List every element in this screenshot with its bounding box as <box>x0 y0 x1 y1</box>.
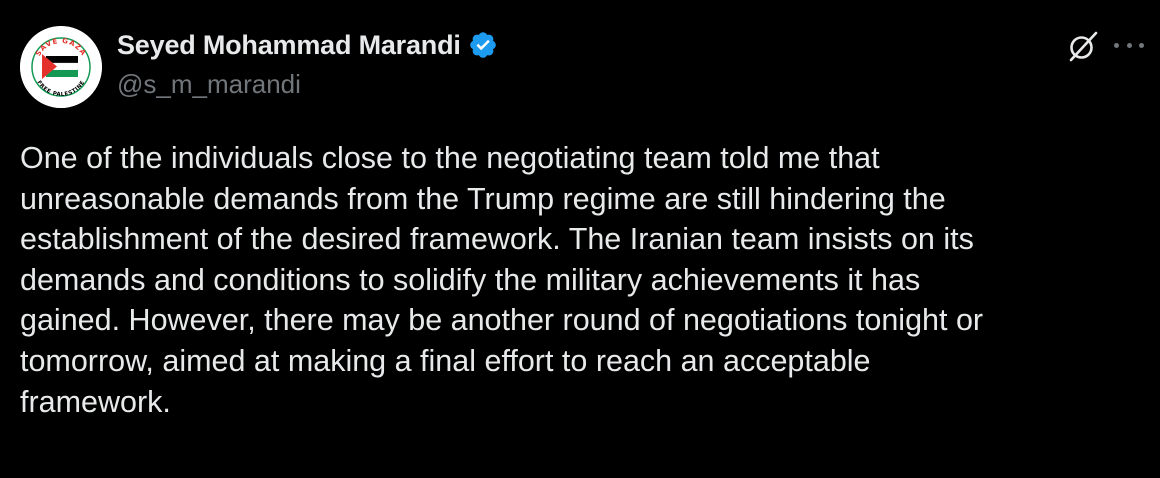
save-gaza-logo-icon: SAVE GAZA FREE PALESTINE <box>20 26 102 108</box>
verified-badge-icon[interactable] <box>468 30 498 60</box>
more-options-icon[interactable] <box>1114 32 1144 58</box>
tweet-text-line: establishment of the desired framework. … <box>20 222 974 257</box>
more-dot <box>1126 42 1132 48</box>
more-dot <box>1139 42 1144 48</box>
author-avatar[interactable]: SAVE GAZA FREE PALESTINE <box>20 26 102 108</box>
tweet-text-line: tomorrow, aimed at making a final effort… <box>20 343 871 378</box>
tweet-text-line: gained. However, there may be another ro… <box>20 303 984 338</box>
author-handle[interactable]: @s_m_marandi <box>117 69 301 100</box>
grok-icon[interactable] <box>1066 29 1100 63</box>
tweet-text-line: One of the individuals close to the nego… <box>20 141 880 175</box>
author-display-name[interactable]: Seyed Mohammad Marandi <box>117 30 461 61</box>
tweet-card: SAVE GAZA FREE PALESTINE Seyed Mohammad … <box>0 0 1160 478</box>
tweet-text-line: demands and conditions to solidify the m… <box>20 262 921 297</box>
tweet-text-line: unreasonable demands from the Trump regi… <box>20 181 946 216</box>
tweet-text: One of the individuals close to the nego… <box>20 138 1145 422</box>
more-dot <box>1114 42 1119 48</box>
tweet-text-line: framework. <box>20 384 171 419</box>
palestine-flag-icon <box>42 54 79 79</box>
author-name-row: Seyed Mohammad Marandi <box>117 29 498 61</box>
